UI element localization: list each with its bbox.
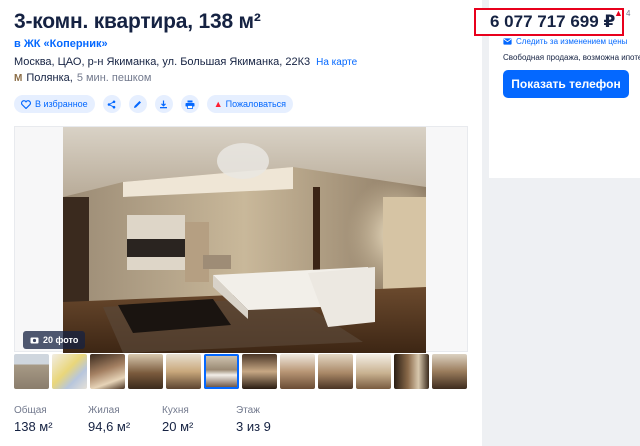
price-card: 6 077 717 699 ₽ ▲ 4 Следить за изменение… — [474, 0, 640, 178]
thumbnail-active[interactable] — [204, 354, 239, 389]
thumbnail[interactable] — [52, 354, 87, 389]
spec-living-area: Жилая 94,6 м² — [88, 405, 162, 434]
listing-title: 3-комн. квартира, 138 м² — [14, 10, 261, 33]
photo-count: 20 фото — [43, 335, 79, 345]
warning-icon: ▲ — [213, 99, 223, 109]
listing-main: 3-комн. квартира, 138 м² в ЖК «Коперник»… — [14, 0, 474, 446]
listing-actions: В избранное ▲ Пожаловаться — [14, 95, 294, 113]
photo-count-badge[interactable]: 20 фото — [23, 331, 86, 349]
download-button[interactable] — [154, 95, 173, 113]
spec-kitchen-area: Кухня 20 м² — [162, 405, 236, 434]
report-button[interactable]: ▲ Пожаловаться — [206, 95, 294, 113]
photo-gallery[interactable]: 20 фото — [14, 126, 468, 353]
spec-total-area: Общая 138 м² — [14, 405, 88, 434]
print-button[interactable] — [180, 95, 199, 113]
metro-station[interactable]: Полянка, — [26, 72, 72, 84]
report-label: Пожаловаться — [225, 99, 287, 109]
main-photo[interactable] — [63, 127, 426, 353]
thumbnail[interactable] — [128, 354, 163, 389]
spec-value: 20 м² — [162, 419, 194, 434]
thumbnail[interactable] — [90, 354, 125, 389]
thumbnail[interactable] — [280, 354, 315, 389]
thumbnail[interactable] — [318, 354, 353, 389]
metro-info: М Полянка, 5 мин. пешком — [14, 72, 151, 84]
camera-icon — [30, 337, 39, 344]
follow-price-link[interactable]: Следить за изменением цены — [503, 37, 627, 46]
spec-value: 3 из 9 — [236, 419, 271, 434]
favorite-button[interactable]: В избранное — [14, 95, 95, 113]
sale-info: Свободная продажа, возможна ипоте — [503, 53, 640, 62]
thumbnail[interactable] — [166, 354, 201, 389]
thumbnail[interactable] — [432, 354, 467, 389]
metro-icon: М — [14, 72, 23, 84]
specs-row: Общая 138 м² Жилая 94,6 м² Кухня 20 м² Э… — [14, 405, 310, 434]
edit-icon — [134, 100, 142, 108]
spec-value: 138 м² — [14, 419, 53, 434]
thumbnail[interactable] — [356, 354, 391, 389]
price: 6 077 717 699 ₽ — [490, 12, 616, 31]
address: Москва, ЦАО, р-н Якиманка, ул. Большая Я… — [14, 56, 357, 68]
spec-label: Этаж — [236, 405, 260, 416]
edit-button[interactable] — [128, 95, 147, 113]
thumbnail[interactable] — [394, 354, 429, 389]
thumbnail-strip — [14, 354, 467, 389]
share-button[interactable] — [102, 95, 121, 113]
spec-value: 94,6 м² — [88, 419, 131, 434]
price-history-hint[interactable]: 4 — [626, 9, 630, 18]
print-icon — [185, 100, 195, 109]
price-highlight: 6 077 717 699 ₽ — [474, 8, 624, 36]
metro-time: 5 мин. пешком — [76, 72, 152, 84]
address-text: Москва, ЦАО, р-н Якиманка, ул. Большая Я… — [14, 56, 311, 68]
spec-label: Кухня — [162, 405, 189, 416]
spec-label: Общая — [14, 405, 47, 416]
price-up-arrow-icon[interactable]: ▲ — [614, 8, 623, 18]
favorite-label: В избранное — [35, 99, 88, 109]
heart-icon — [21, 99, 31, 109]
spec-floor: Этаж 3 из 9 — [236, 405, 310, 434]
download-icon — [160, 100, 168, 108]
thumbnail[interactable] — [242, 354, 277, 389]
complex-link[interactable]: в ЖК «Коперник» — [14, 38, 108, 50]
follow-price-label: Следить за изменением цены — [516, 37, 628, 46]
share-icon — [107, 100, 116, 108]
spec-label: Жилая — [88, 405, 120, 416]
show-phone-button[interactable]: Показать телефон — [503, 70, 629, 98]
map-link[interactable]: На карте — [316, 57, 357, 68]
living-room-photo — [63, 127, 426, 353]
thumbnail[interactable] — [14, 354, 49, 389]
sidebar: 6 077 717 699 ₽ ▲ 4 Следить за изменение… — [474, 0, 640, 446]
mail-icon — [503, 38, 512, 45]
